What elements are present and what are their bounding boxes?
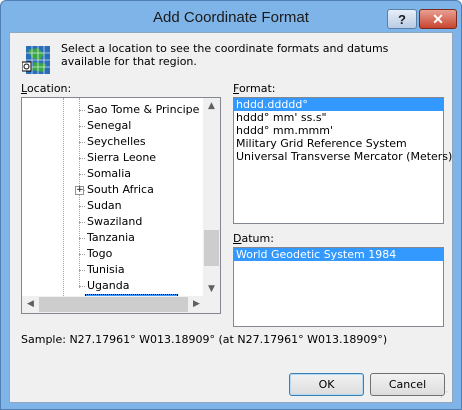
ok-button[interactable]: OK bbox=[289, 373, 364, 396]
tree-item[interactable]: Somalia bbox=[85, 166, 133, 182]
datum-label: Datum: bbox=[233, 232, 274, 245]
resize-grip-icon[interactable]: ⋰ bbox=[440, 390, 450, 400]
sample-text: Sample: N27.17961° W013.18909° (at N27.1… bbox=[21, 333, 388, 346]
title-bar[interactable]: Add Coordinate Format ? ✕ bbox=[1, 1, 461, 33]
tree-item[interactable]: Uganda bbox=[85, 278, 131, 294]
help-button[interactable]: ? bbox=[387, 9, 417, 29]
format-list-item[interactable]: hddd° mm.mmm' bbox=[234, 124, 443, 137]
tree-item[interactable]: Togo bbox=[85, 246, 114, 262]
format-list[interactable]: hddd.ddddd° hddd° mm' ss.s" hddd° mm.mmm' M… bbox=[233, 97, 452, 224]
dialog-window: Add Coordinate Format ? ✕ Select a locat… bbox=[0, 0, 462, 410]
tree-expand-icon[interactable]: + bbox=[75, 186, 84, 195]
tree-item[interactable]: Seychelles bbox=[85, 134, 148, 150]
tree-item[interactable]: Sudan bbox=[85, 198, 124, 214]
datum-list-item[interactable]: World Geodetic System 1984 bbox=[234, 248, 443, 261]
tree-item[interactable]: South Africa bbox=[85, 182, 156, 198]
dialog-body: Select a location to see the coordinate … bbox=[9, 32, 453, 403]
format-label: Format: bbox=[233, 82, 276, 95]
close-button[interactable]: ✕ bbox=[419, 9, 457, 29]
horizontal-scroll-thumb[interactable] bbox=[39, 297, 188, 312]
tree-item[interactable]: Senegal bbox=[85, 118, 133, 134]
datum-list[interactable]: World Geodetic System 1984 bbox=[233, 247, 444, 327]
tree-item[interactable]: Swaziland bbox=[85, 214, 144, 230]
format-list-item[interactable]: hddd.ddddd° bbox=[234, 98, 443, 111]
tree-item[interactable]: Sao Tome & Principe bbox=[85, 102, 201, 118]
tree-item[interactable]: Tunisia bbox=[85, 262, 127, 278]
location-label: Location: bbox=[21, 82, 72, 95]
format-list-item[interactable]: Universal Transverse Mercator (Meters) bbox=[234, 150, 452, 163]
globe-grid-icon bbox=[22, 46, 50, 74]
scroll-left-arrow-icon[interactable]: ◀ bbox=[22, 296, 39, 313]
location-tree[interactable]: Sao Tome & Principe Senegal Seychelles Sier… bbox=[21, 97, 221, 314]
format-list-item[interactable]: hddd° mm' ss.s" bbox=[234, 111, 443, 124]
tree-item[interactable]: Tanzania bbox=[85, 230, 137, 246]
scroll-up-arrow-icon[interactable]: ▲ bbox=[203, 98, 220, 115]
location-horizontal-scrollbar[interactable]: ◀ ▶ bbox=[22, 296, 205, 313]
location-vertical-scrollbar[interactable]: ▲ ▼ bbox=[203, 98, 220, 298]
scrollbar-corner bbox=[203, 296, 220, 313]
instruction-text: Select a location to see the coordinate … bbox=[61, 42, 389, 68]
tree-item[interactable]: Sierra Leone bbox=[85, 150, 158, 166]
vertical-scroll-thumb[interactable] bbox=[204, 230, 219, 266]
format-list-item[interactable]: Military Grid Reference System bbox=[234, 137, 443, 150]
cancel-button[interactable]: Cancel bbox=[370, 373, 445, 396]
